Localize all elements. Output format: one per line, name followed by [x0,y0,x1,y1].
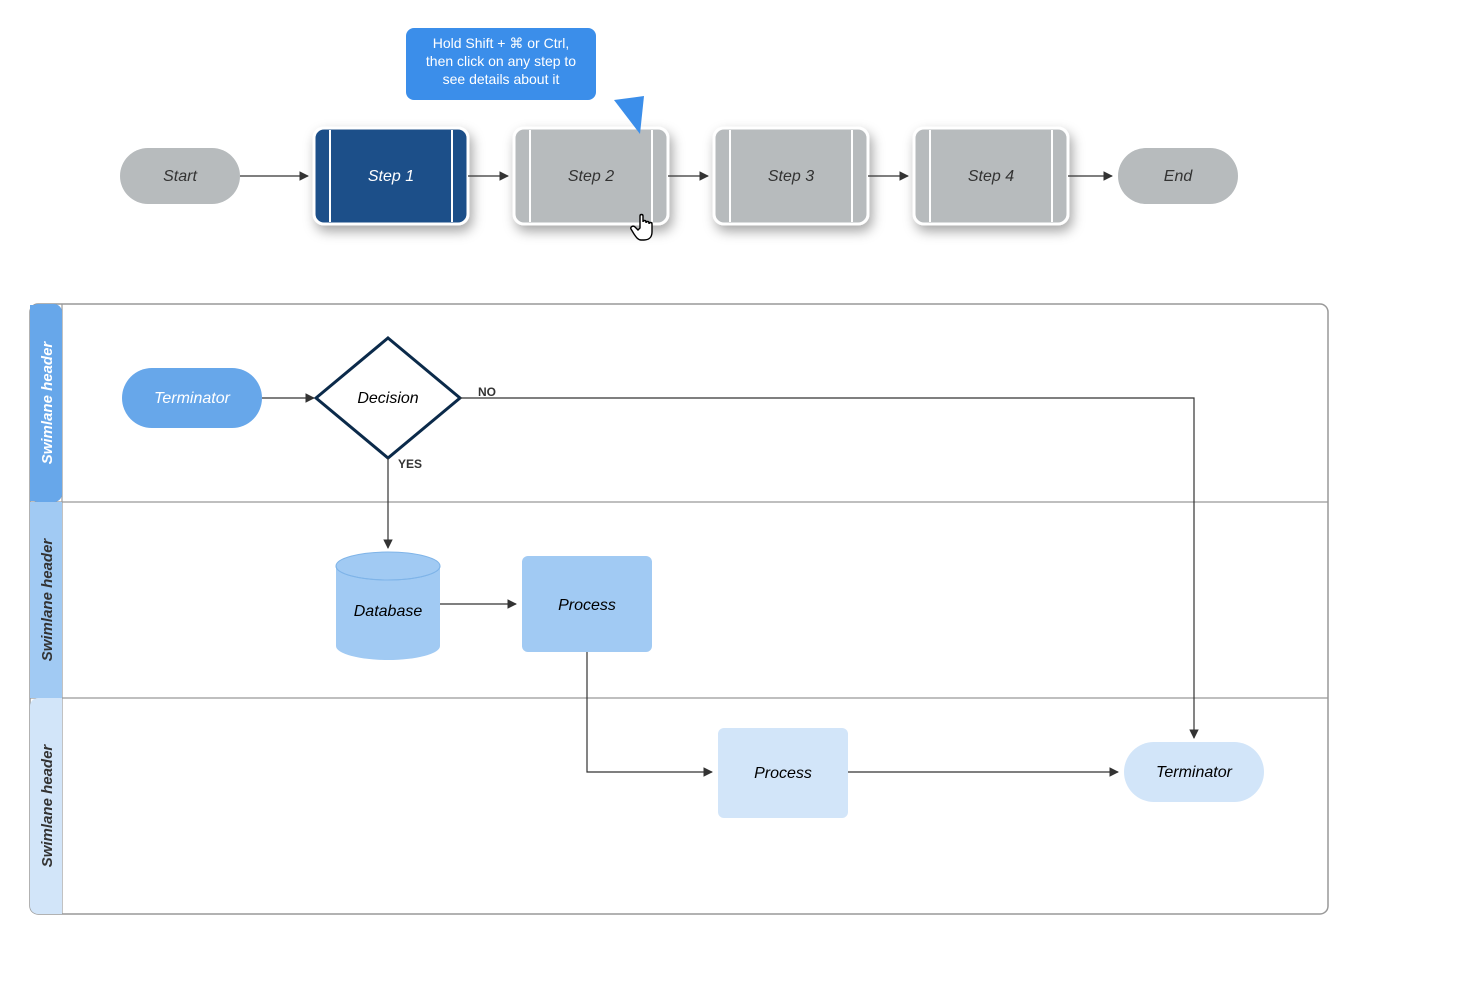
flow-step-4[interactable]: Step 4 [914,128,1068,224]
swimlane-header-3: Swimlane header [39,744,56,868]
flow-step-1[interactable]: Step 1 [314,128,468,224]
flow-step-2[interactable]: Step 2 [514,128,668,224]
swimlane-header-2: Swimlane header [39,538,56,662]
flow-step-1-label: Step 1 [368,168,414,185]
tooltip-line2: then click on any step to [426,53,576,69]
flow-start[interactable]: Start [120,148,240,204]
process-1[interactable]: Process [522,556,652,652]
flow-end-label: End [1164,168,1194,185]
flow-end[interactable]: End [1118,148,1238,204]
flow-step-4-label: Step 4 [968,168,1014,185]
tooltip-line3: see details about it [443,71,560,87]
swimlane-header-1: Swimlane header [39,341,56,465]
database[interactable]: Database [336,552,440,660]
database-label: Database [354,603,423,620]
terminator-start-label: Terminator [154,390,231,407]
flow-step-2-label: Step 2 [568,168,614,185]
decision-label: Decision [357,390,418,407]
process-2-label: Process [754,765,812,782]
decision-no-label: NO [478,385,496,399]
terminator-start[interactable]: Terminator [122,368,262,428]
terminator-end[interactable]: Terminator [1124,742,1264,802]
terminator-end-label: Terminator [1156,764,1233,781]
process-1-label: Process [558,597,616,614]
process-2[interactable]: Process [718,728,848,818]
flow-step-3-label: Step 3 [768,168,814,185]
tooltip: Hold Shift + ⌘ or Ctrl, then click on an… [406,28,644,134]
flow-step-3[interactable]: Step 3 [714,128,868,224]
flow-start-label: Start [163,168,197,185]
tooltip-line1: Hold Shift + ⌘ or Ctrl, [433,35,570,51]
decision-yes-label: YES [398,457,422,471]
